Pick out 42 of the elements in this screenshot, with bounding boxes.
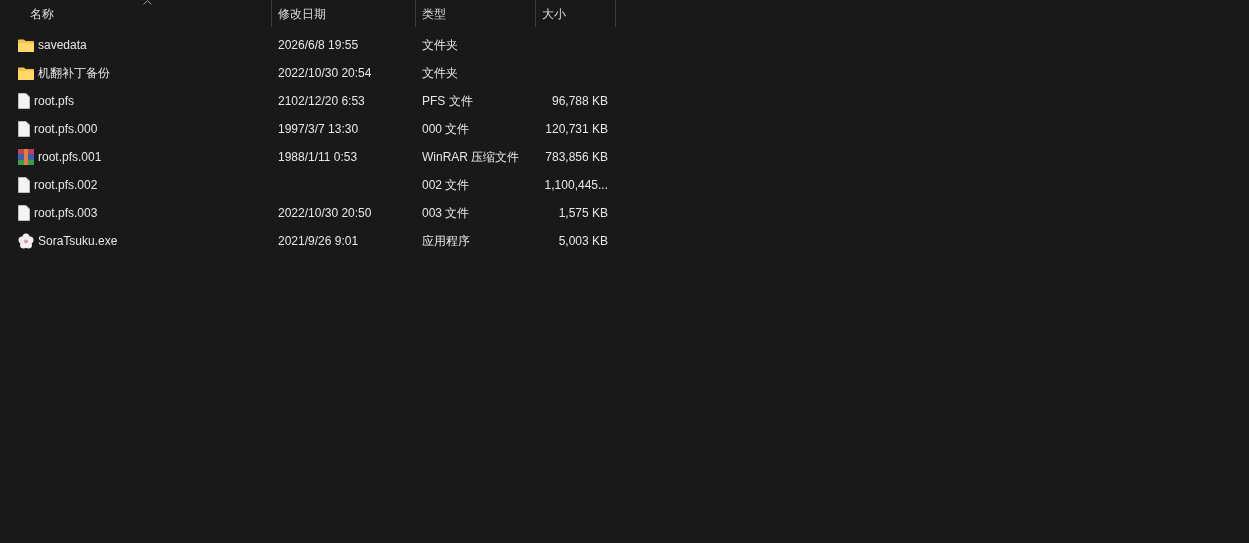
modified-date: 2026/6/8 19:55 — [278, 38, 359, 52]
modified-date: 2021/9/26 9:01 — [278, 234, 359, 248]
column-header[interactable]: 大小 — [536, 0, 616, 27]
file-type: 002 文件 — [422, 176, 470, 194]
modified-date: 2022/10/30 20:54 — [278, 66, 372, 80]
column-header[interactable]: 类型 — [416, 0, 536, 27]
folder-icon — [18, 38, 34, 52]
file-size: 5,003 KB — [558, 234, 608, 248]
file-type: 文件夹 — [422, 64, 458, 82]
file-name[interactable]: root.pfs.002 — [34, 178, 98, 192]
modified-date: 1997/3/7 13:30 — [278, 122, 359, 136]
column-header[interactable]: 修改日期 — [272, 0, 416, 27]
column-header[interactable]: 名称 — [0, 0, 272, 27]
file-icon — [18, 177, 30, 193]
file-name[interactable]: root.pfs.003 — [34, 206, 98, 220]
file-type: 000 文件 — [422, 120, 470, 138]
file-type: PFS 文件 — [422, 92, 473, 110]
file-icon — [18, 205, 30, 221]
flower-icon — [18, 233, 34, 249]
sort-up-icon — [143, 0, 152, 5]
file-name[interactable]: savedata — [38, 38, 87, 52]
file-name[interactable]: 机翻补丁备份 — [38, 64, 110, 82]
file-size: 1,575 KB — [558, 206, 608, 220]
file-name[interactable]: root.pfs.000 — [34, 122, 98, 136]
file-size: 120,731 KB — [545, 122, 608, 136]
file-type: 文件夹 — [422, 36, 458, 54]
modified-date: 2022/10/30 20:50 — [278, 206, 372, 220]
file-type: WinRAR 压缩文件 — [422, 148, 520, 166]
file-name[interactable]: SoraTsuku.exe — [38, 234, 118, 248]
modified-date: 2102/12/20 6:53 — [278, 94, 365, 108]
archive-icon — [18, 149, 34, 165]
file-name[interactable]: root.pfs.001 — [38, 150, 102, 164]
file-icon — [18, 121, 30, 137]
file-size: 783,856 KB — [545, 150, 608, 164]
file-name[interactable]: root.pfs — [34, 94, 75, 108]
file-size: 96,788 KB — [551, 94, 608, 108]
file-type: 003 文件 — [422, 204, 470, 222]
modified-date: 1988/1/11 0:53 — [278, 150, 358, 164]
file-type: 应用程序 — [422, 232, 470, 250]
file-size: 1,100,445... — [544, 178, 608, 192]
file-icon — [18, 93, 30, 109]
folder-icon — [18, 66, 34, 80]
